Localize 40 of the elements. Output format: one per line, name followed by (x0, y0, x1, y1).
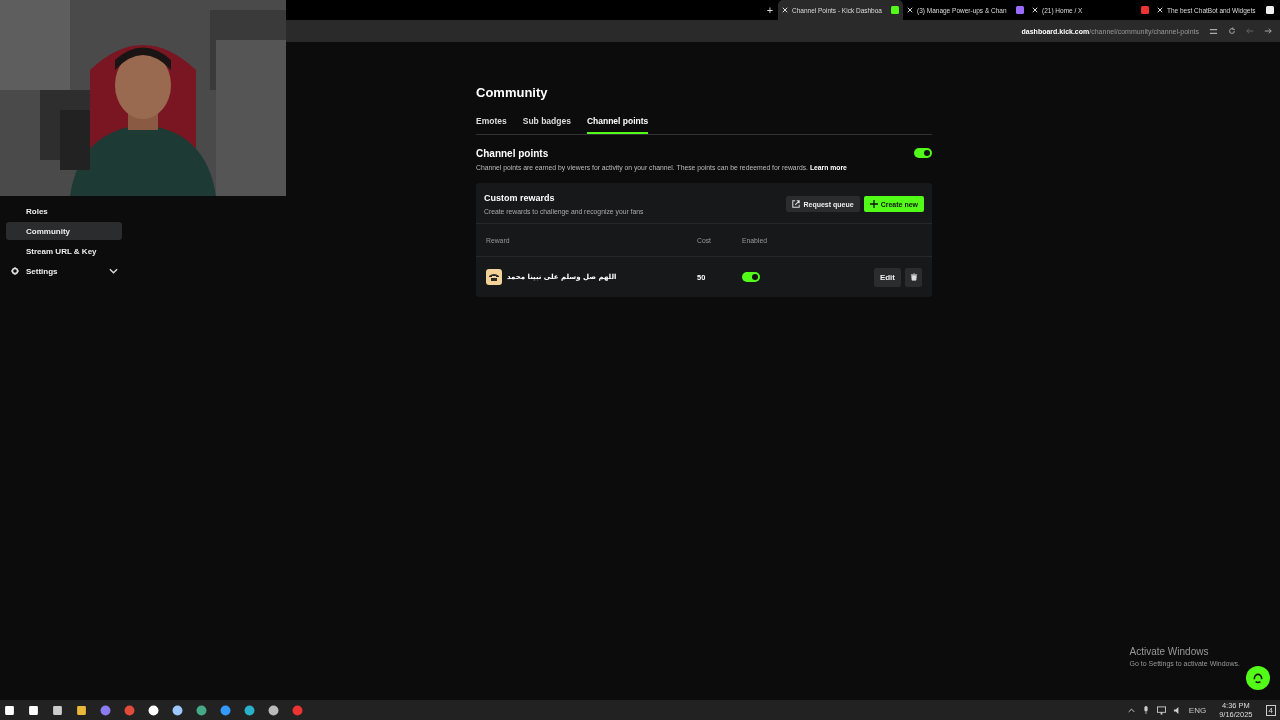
tab-favicon-icon (1141, 6, 1149, 14)
toggle-switch[interactable] (914, 148, 932, 158)
sidebar-item[interactable]: Community (6, 222, 122, 240)
trash-icon (909, 273, 918, 281)
tab[interactable]: Sub badges (522, 116, 571, 134)
network-icon[interactable] (1156, 705, 1166, 715)
tune-icon[interactable] (1209, 26, 1218, 36)
sidebar-item[interactable]: Stream URL & Key (6, 242, 122, 260)
tab-favicon-icon (891, 6, 899, 14)
edit-button[interactable]: Edit (873, 267, 901, 287)
settings-icon (11, 267, 19, 275)
section-title: Channel points (476, 148, 550, 159)
support-button[interactable] (1246, 666, 1270, 690)
new-tab-button[interactable]: + (762, 4, 778, 16)
plus-icon (869, 200, 878, 208)
activation-title: Activate Windows (1129, 646, 1210, 657)
tab[interactable]: Channel points (586, 116, 649, 134)
close-icon[interactable] (1157, 7, 1163, 13)
external-link-icon (792, 200, 801, 208)
card-title: Custom rewards (484, 193, 556, 203)
tab[interactable]: Emotes (476, 116, 507, 134)
page-title: Community (476, 85, 549, 100)
notification-button[interactable]: 4 (1265, 704, 1276, 716)
sidebar-item[interactable]: Settings (6, 262, 122, 280)
chevron-down-icon[interactable] (109, 268, 118, 274)
language-indicator[interactable]: ENG (1188, 705, 1207, 715)
toggle-switch[interactable] (742, 272, 760, 282)
delete-button[interactable] (905, 267, 922, 287)
close-icon[interactable] (907, 7, 913, 13)
phone-icon (486, 269, 502, 285)
close-icon[interactable] (1032, 7, 1038, 13)
reload-icon[interactable] (1228, 27, 1236, 35)
forward-icon[interactable] (1264, 27, 1272, 35)
headset-icon (1252, 672, 1264, 684)
microphone-icon[interactable] (1141, 706, 1150, 714)
tab-favicon-icon (1016, 6, 1024, 14)
sidebar-item[interactable]: Roles (6, 202, 122, 220)
chevron-up-icon[interactable] (1127, 707, 1135, 713)
close-icon[interactable] (782, 7, 788, 13)
tab-favicon-icon (1266, 6, 1274, 14)
